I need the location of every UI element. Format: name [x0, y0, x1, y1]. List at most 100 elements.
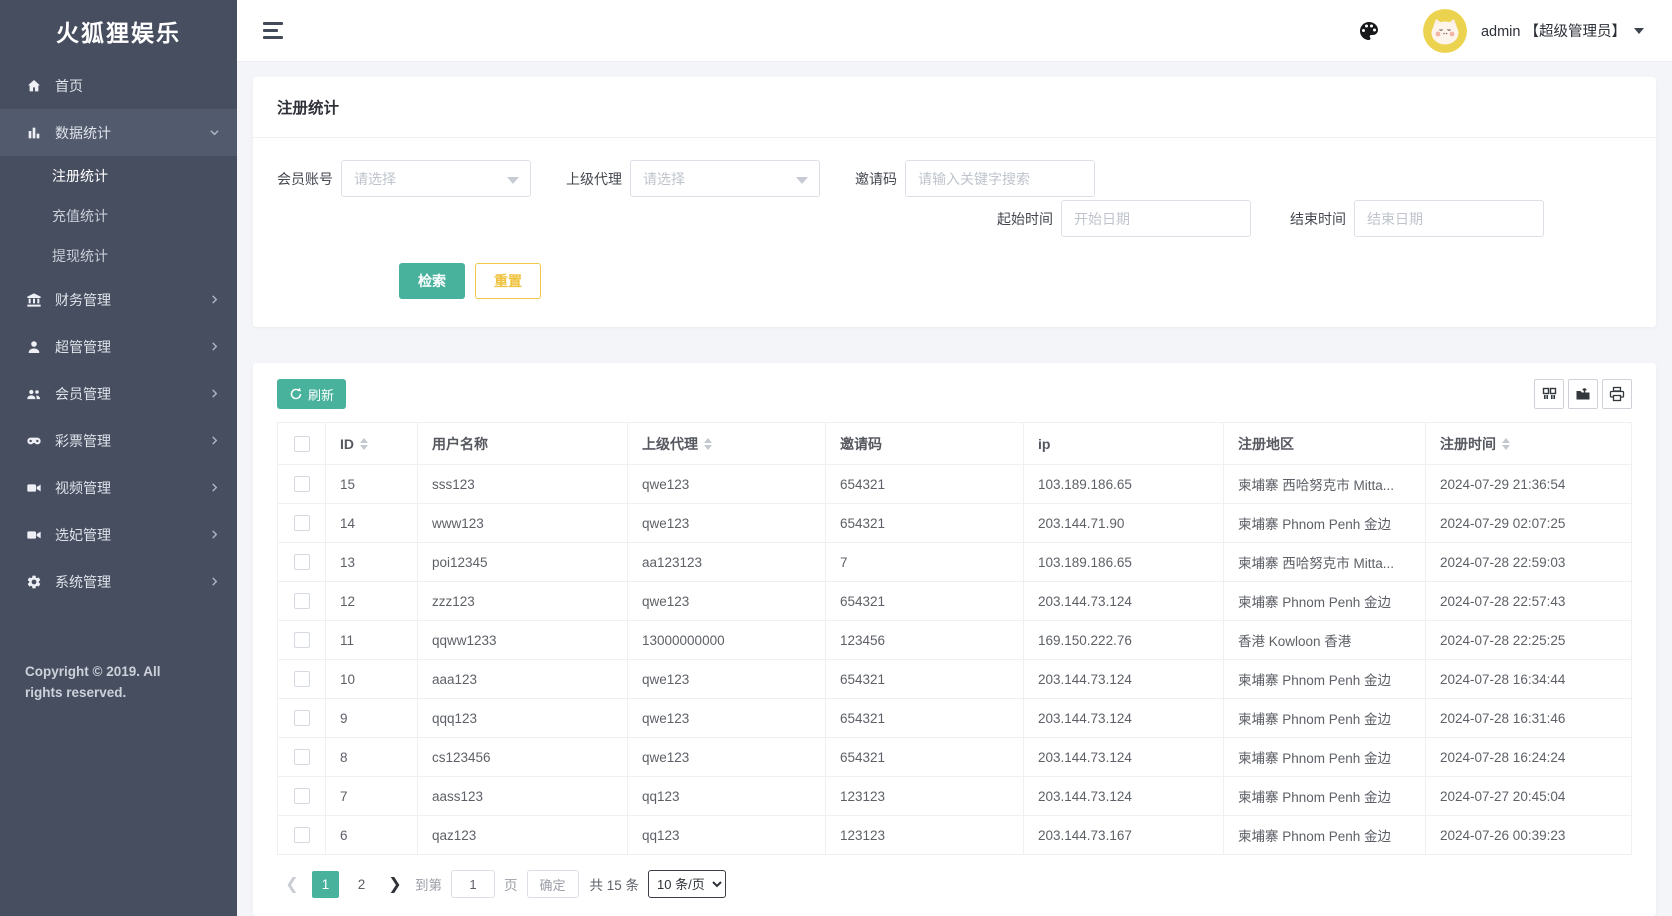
parent-agent-select[interactable]: 请选择 — [630, 160, 820, 197]
avatar[interactable] — [1422, 8, 1467, 53]
cell-region: 柬埔寨 Phnom Penh 金边 — [1223, 815, 1426, 855]
confirm-button[interactable]: 确定 — [526, 870, 579, 898]
gear-icon — [25, 573, 43, 591]
user-menu[interactable]: admin 【超级管理员】 — [1481, 20, 1644, 41]
sidebar-item-0[interactable]: 首页 — [0, 62, 237, 109]
refresh-label: 刷新 — [308, 387, 335, 403]
row-checkbox[interactable] — [293, 671, 310, 688]
cell-region: 柬埔寨 Phnom Penh 金边 — [1223, 503, 1426, 543]
next-page-icon[interactable]: ❯ — [384, 871, 406, 897]
page-number-1[interactable]: 1 — [312, 870, 339, 898]
table-row: 10 aaa123 qwe123 654321 203.144.73.124 柬埔寨 Ph… — [277, 659, 1632, 699]
row-checkbox[interactable] — [293, 632, 310, 649]
print-icon[interactable] — [1602, 379, 1632, 409]
cell-time: 2024-07-29 21:36:54 — [1425, 464, 1632, 504]
export-icon[interactable] — [1568, 379, 1598, 409]
member-account-label: 会员账号 — [277, 170, 333, 187]
sidebar-item-8[interactable]: 系统管理 — [0, 558, 237, 605]
cell-agent: 13000000000 — [627, 620, 826, 660]
user-icon — [25, 338, 43, 356]
cell-time: 2024-07-28 22:25:25 — [1425, 620, 1632, 660]
sidebar-item-4[interactable]: 会员管理 — [0, 370, 237, 417]
app-logo: 火狐狸娱乐 — [56, 20, 181, 46]
chevron-down-icon — [796, 177, 808, 184]
reset-button[interactable]: 重置 — [475, 263, 541, 299]
row-checkbox[interactable] — [293, 554, 310, 571]
chevron-down-icon — [507, 177, 519, 184]
sidebar-subitem[interactable]: 注册统计 — [0, 156, 237, 196]
search-button[interactable]: 检索 — [399, 263, 465, 299]
sidebar-item-label: 财务管理 — [55, 291, 111, 308]
sidebar-item-label: 系统管理 — [55, 573, 111, 590]
select-all-checkbox[interactable] — [293, 436, 310, 453]
row-checkbox[interactable] — [293, 749, 310, 766]
menu-icon[interactable] — [263, 22, 283, 39]
column-header[interactable]: 注册时间 — [1425, 422, 1632, 465]
column-header[interactable]: ID — [325, 422, 418, 465]
topbar-right: admin 【超级管理员】 — [1357, 8, 1644, 53]
row-checkbox[interactable] — [293, 476, 310, 493]
sidebar-subitem[interactable]: 提现统计 — [0, 236, 237, 276]
page-size-select[interactable]: 10 条/页 — [648, 870, 727, 898]
sidebar-item-3[interactable]: 超管管理 — [0, 323, 237, 370]
row-checkbox[interactable] — [293, 710, 310, 727]
column-header: ip — [1023, 422, 1224, 465]
sidebar-item-label: 超管管理 — [55, 338, 111, 355]
column-header: 用户名称 — [417, 422, 628, 465]
sidebar-item-1[interactable]: 数据统计 — [0, 109, 237, 156]
sidebar-subitem[interactable]: 充值统计 — [0, 196, 237, 236]
content-column: admin 【超级管理员】 注册统计 会员账号 请选择 上级代理 请选择 邀请码… — [237, 0, 1672, 916]
row-checkbox[interactable] — [293, 827, 310, 844]
member-account-group: 会员账号 请选择 — [277, 160, 531, 197]
cell-time: 2024-07-28 22:57:43 — [1425, 581, 1632, 621]
row-checkbox[interactable] — [293, 515, 310, 532]
columns-icon[interactable] — [1534, 379, 1564, 409]
sort-icon[interactable] — [360, 437, 368, 450]
cell-time: 2024-07-26 00:39:23 — [1425, 815, 1632, 855]
member-account-placeholder: 请选择 — [354, 170, 396, 187]
chevron-down-icon — [210, 128, 219, 137]
sidebar-item-7[interactable]: 选妃管理 — [0, 511, 237, 558]
cell-invite: 654321 — [825, 503, 1024, 543]
sidebar: 火狐狸娱乐 首页 数据统计 注册统计 充值统计 提现统计财务管理超管管理会员管理 彩票管理… — [0, 0, 237, 916]
cell-invite: 654321 — [825, 659, 1024, 699]
end-time-label: 结束时间 — [1290, 210, 1346, 227]
palette-icon[interactable] — [1357, 19, 1381, 43]
sidebar-item-6[interactable]: 视频管理 — [0, 464, 237, 511]
prev-page-icon[interactable]: ❮ — [281, 871, 303, 897]
invite-code-input[interactable] — [905, 160, 1095, 197]
start-date-input[interactable] — [1061, 200, 1251, 237]
row-checkbox[interactable] — [293, 788, 310, 805]
sort-icon[interactable] — [704, 437, 712, 450]
username-text: admin 【超级管理员】 — [1480, 24, 1626, 40]
sidebar-item-5[interactable]: 彩票管理 — [0, 417, 237, 464]
cell-agent: qq123 — [627, 815, 826, 855]
cell-ip: 203.144.73.124 — [1023, 581, 1224, 621]
bank-icon — [25, 291, 43, 309]
chevron-right-icon — [210, 483, 219, 492]
table-header-row: ID 用户名称 上级代理 邀请码 ip 注册地区 注册时间 — [277, 422, 1632, 465]
table-row: 8 cs123456 qwe123 654321 203.144.73.124 柬埔寨 P… — [277, 737, 1632, 777]
cell-id: 12 — [325, 581, 418, 621]
cell-region: 柬埔寨 Phnom Penh 金边 — [1223, 737, 1426, 777]
page-number-2[interactable]: 2 — [348, 871, 375, 898]
cell-agent: qwe123 — [627, 581, 826, 621]
sidebar-item-2[interactable]: 财务管理 — [0, 276, 237, 323]
column-header[interactable]: 上级代理 — [627, 422, 826, 465]
start-time-group: 起始时间 — [997, 200, 1251, 237]
end-date-input[interactable] — [1354, 200, 1544, 237]
copyright-text: Copyright © 2019. All rights reserved. — [25, 664, 161, 700]
cell-username: qqq123 — [417, 698, 628, 738]
goto-page-input[interactable] — [451, 870, 495, 898]
sidebar-nav: 首页 数据统计 注册统计 充值统计 提现统计财务管理超管管理会员管理 彩票管理视频管理选妃… — [0, 62, 237, 605]
sort-icon[interactable] — [1502, 437, 1510, 450]
users-icon — [25, 385, 43, 403]
sidebar-item-label: 视频管理 — [55, 479, 111, 496]
member-account-select[interactable]: 请选择 — [341, 160, 531, 197]
row-checkbox[interactable] — [293, 593, 310, 610]
chevron-right-icon — [210, 577, 219, 586]
sidebar-item-label: 选妃管理 — [55, 526, 111, 543]
cell-username: www123 — [417, 503, 628, 543]
cell-username: aaa123 — [417, 659, 628, 699]
refresh-button[interactable]: 刷新 — [277, 379, 347, 409]
